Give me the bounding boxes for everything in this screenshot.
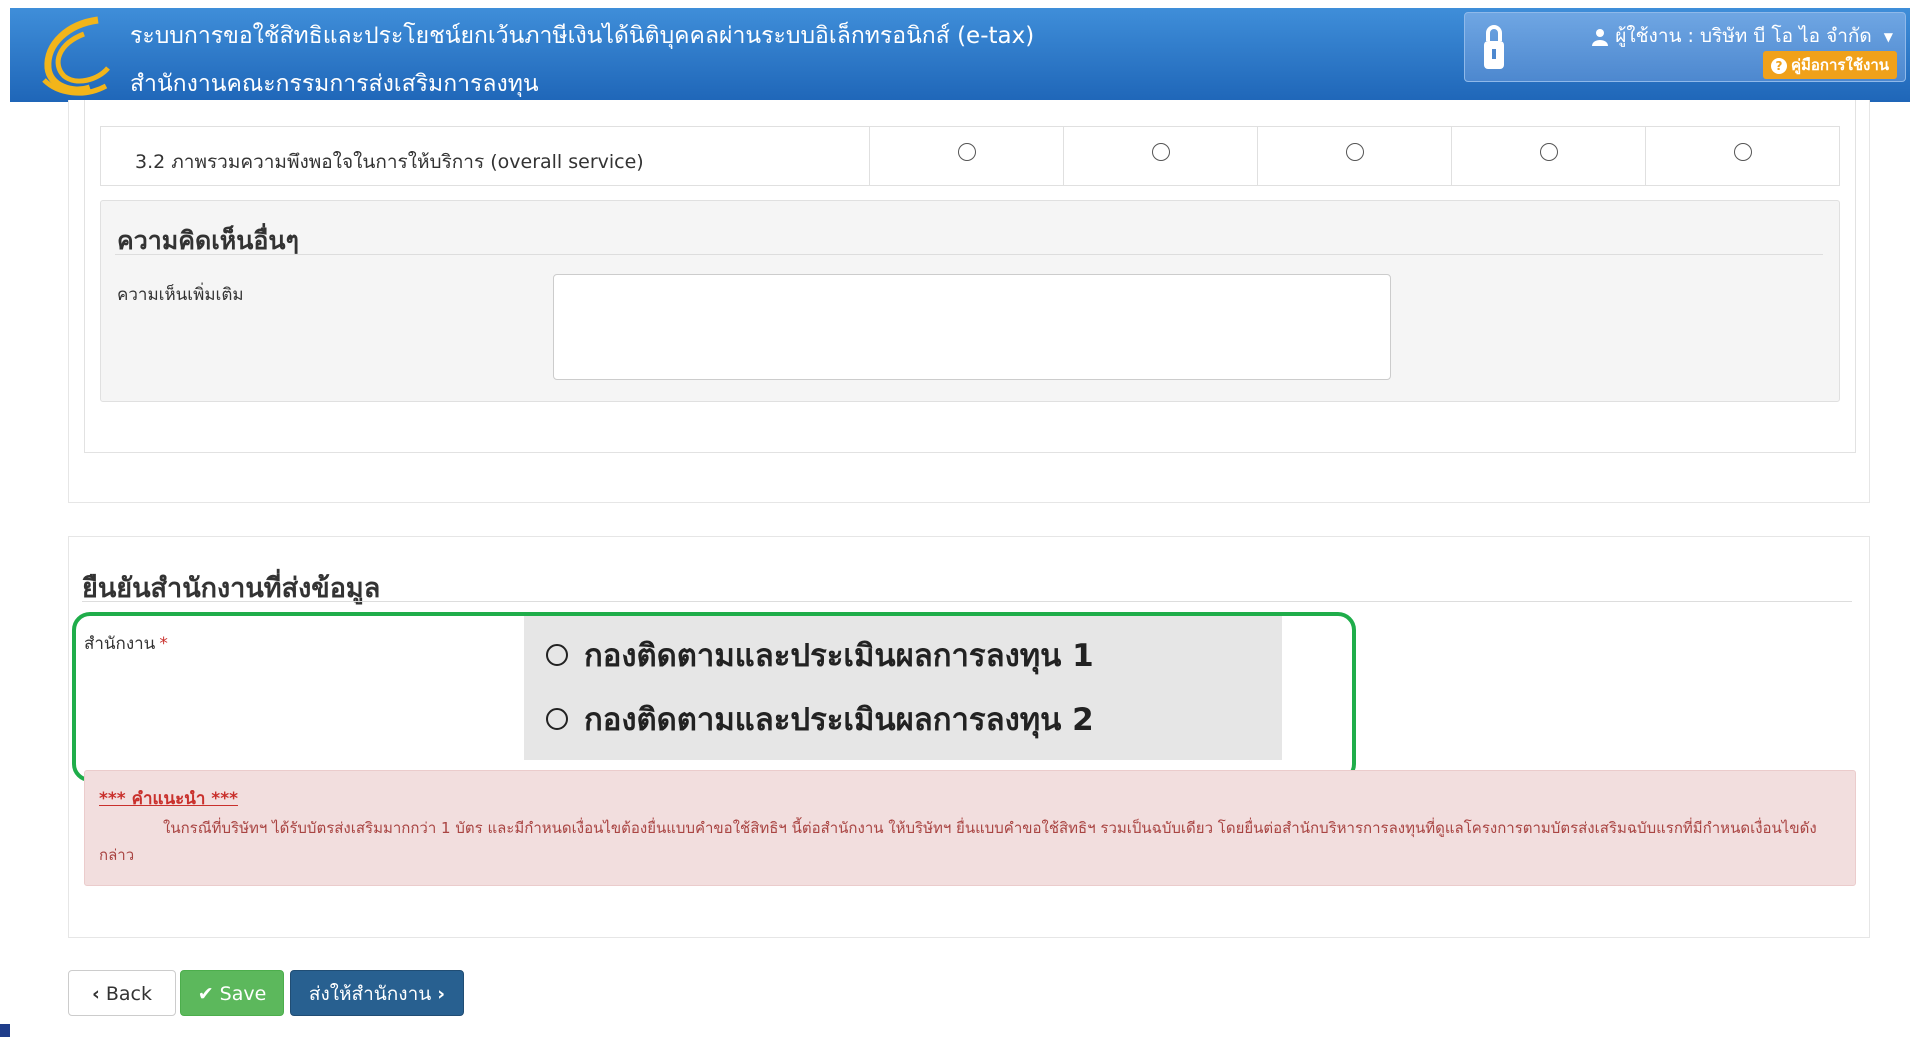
send-to-office-button[interactable]: ส่งให้สำนักงาน › [290, 970, 464, 1016]
rating-cell [1451, 127, 1644, 185]
rating-cell [1645, 127, 1838, 185]
caret-down-icon: ▼ [1883, 29, 1893, 44]
lock-icon [1484, 25, 1504, 69]
rating-radio-1[interactable] [958, 143, 976, 161]
rating-cell [1257, 127, 1450, 185]
note-text: ในกรณีที่บริษัทฯ ได้รับบัตรส่งเสริมมากกว… [99, 819, 1817, 864]
rating-cell [1063, 127, 1256, 185]
row-label: 3.2 ภาพรวมความพึงพอใจในการให้บริการ (ove… [135, 151, 644, 173]
app-title: ระบบการขอใช้สิทธิและประโยชน์ยกเว้นภาษีเง… [130, 23, 1035, 49]
divider [82, 601, 1852, 602]
chevron-left-icon: ‹ [91, 983, 100, 1005]
save-button[interactable]: ✔ Save [180, 970, 284, 1016]
comments-section: ความคิดเห็นอื่นๆ ความเห็นเพิ่มเติม [100, 200, 1840, 402]
table-row: 3.2 ภาพรวมความพึงพอใจในการให้บริการ (ove… [100, 126, 1840, 186]
app-subtitle: สำนักงานคณะกรรมการส่งเสริมการลงทุน [130, 71, 539, 97]
manual-label: คู่มือการใช้งาน [1791, 56, 1889, 74]
divider [115, 254, 1823, 255]
rating-radio-5[interactable] [1734, 143, 1752, 161]
boi-logo-icon [42, 16, 110, 96]
user-label: ผู้ใช้งาน : บริษัท บี โอ ไอ จำกัด [1615, 25, 1872, 47]
rating-radio-4[interactable] [1540, 143, 1558, 161]
highlight-frame [72, 612, 1356, 782]
back-label: Back [105, 983, 153, 1005]
send-label: ส่งให้สำนักงาน [308, 983, 432, 1005]
comments-textarea[interactable] [553, 274, 1391, 380]
manual-button[interactable]: ? คู่มือการใช้งาน [1763, 51, 1897, 79]
user-menu[interactable]: ผู้ใช้งาน : บริษัท บี โอ ไอ จำกัด ▼ [1591, 21, 1893, 51]
chevron-right-icon: › [437, 983, 446, 1005]
back-button[interactable]: ‹ Back [68, 970, 176, 1016]
rating-cell [869, 127, 1062, 185]
user-panel: ผู้ใช้งาน : บริษัท บี โอ ไอ จำกัด ▼ ? คู่… [1464, 12, 1906, 82]
note-title: *** คำแนะนำ *** [99, 789, 238, 809]
note-alert: *** คำแนะนำ *** ในกรณีที่บริษัทฯ ได้รับบ… [84, 770, 1856, 886]
comments-title: ความคิดเห็นอื่นๆ [117, 226, 299, 255]
question-circle-icon: ? [1771, 58, 1787, 74]
save-label: Save [219, 983, 267, 1005]
user-icon [1592, 28, 1609, 46]
check-icon: ✔ [197, 983, 214, 1005]
comments-label: ความเห็นเพิ่มเติม [117, 285, 244, 305]
rating-radio-3[interactable] [1346, 143, 1364, 161]
rating-radio-2[interactable] [1152, 143, 1170, 161]
confirm-title: ยืนยันสำนักงานที่ส่งข้อมูล [82, 573, 381, 604]
app-header: ระบบการขอใช้สิทธิและประโยชน์ยกเว้นภาษีเง… [10, 8, 1910, 102]
corner-accent [0, 1024, 10, 1037]
